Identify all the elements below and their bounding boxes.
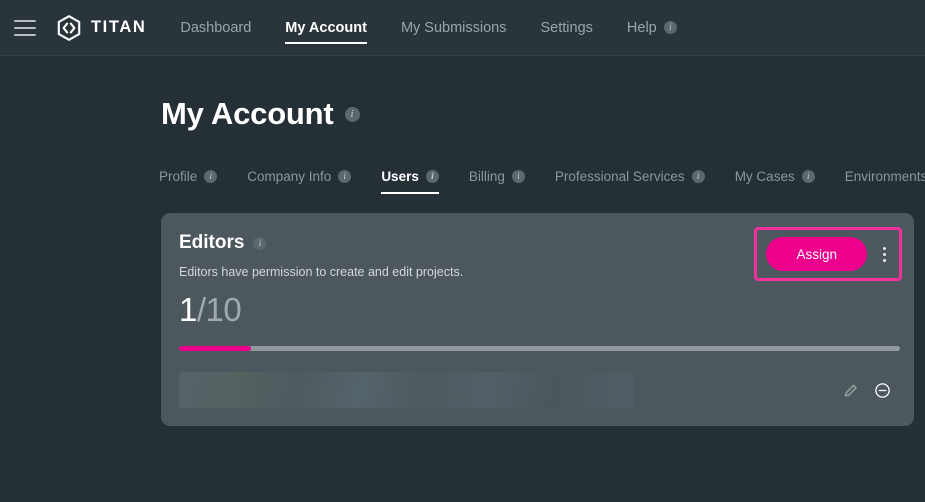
nav-link-label: My Account — [285, 19, 367, 36]
editors-card: Editors i Assign Editors have permission… — [161, 213, 914, 426]
member-row — [179, 372, 894, 408]
pencil-icon — [844, 384, 857, 396]
nav-link-label: Settings — [540, 19, 593, 36]
tab-label: Profile — [159, 169, 198, 184]
seat-counter: 1/10 — [179, 293, 894, 326]
member-name-skeleton — [179, 372, 634, 408]
tab-label: Users — [381, 169, 419, 184]
nav-links: Dashboard My Account My Submissions Sett… — [180, 0, 677, 55]
nav-link-label: Dashboard — [180, 19, 252, 36]
tab-professional-services[interactable]: Professional Services i — [555, 169, 705, 194]
account-tabs: Profile i Company Info i Users i Billing… — [159, 160, 925, 194]
nav-link-dashboard[interactable]: Dashboard — [180, 0, 251, 55]
info-icon[interactable]: i — [425, 170, 439, 183]
member-row-actions — [840, 380, 894, 400]
brand-name: TITAN — [91, 18, 147, 36]
tab-company-info[interactable]: Company Info i — [247, 169, 352, 194]
more-vertical-icon[interactable] — [875, 240, 893, 268]
tab-label: Professional Services — [554, 169, 685, 184]
assign-action-group: Assign — [754, 227, 902, 281]
card-title-row: Editors i — [179, 232, 267, 254]
nav-link-label: Help — [626, 19, 657, 36]
titan-hexagon-logo-icon — [57, 14, 81, 41]
tab-label: Company Info — [247, 169, 332, 184]
hamburger-bar — [14, 26, 36, 29]
tab-label: Billing — [468, 169, 505, 184]
kebab-dot — [882, 252, 886, 256]
hamburger-bar — [14, 19, 36, 22]
edit-member-button[interactable] — [840, 380, 860, 400]
minus-circle-icon — [874, 382, 890, 398]
kebab-dot — [882, 258, 886, 262]
page-title: My Account — [161, 96, 334, 131]
hamburger-menu-icon[interactable] — [12, 15, 38, 41]
hamburger-bar — [14, 33, 36, 36]
nav-link-help[interactable]: Help i — [627, 0, 677, 55]
info-icon[interactable]: i — [253, 236, 267, 250]
tab-my-cases[interactable]: My Cases i — [735, 169, 815, 194]
seats-used: 1 — [179, 291, 197, 328]
tab-profile[interactable]: Profile i — [159, 169, 218, 194]
card-title: Editors — [179, 232, 245, 253]
info-icon[interactable]: i — [344, 106, 360, 122]
remove-member-button[interactable] — [872, 380, 892, 400]
page-title-row: My Account i — [161, 96, 925, 132]
kebab-dot — [882, 246, 886, 250]
tab-label: Environments — [844, 169, 925, 184]
nav-link-my-account[interactable]: My Account — [285, 0, 367, 55]
tab-label: My Cases — [734, 169, 795, 184]
tab-billing[interactable]: Billing i — [469, 169, 525, 194]
page-content: My Account i Profile i Company Info i Us… — [0, 56, 925, 426]
top-navbar: TITAN Dashboard My Account My Submission… — [0, 0, 925, 56]
nav-link-label: My Submissions — [400, 19, 507, 36]
assign-button[interactable]: Assign — [766, 237, 867, 271]
info-icon[interactable]: i — [204, 170, 218, 183]
seats-total: /10 — [196, 291, 242, 328]
seat-progress-bar[interactable] — [179, 346, 900, 351]
info-icon[interactable]: i — [511, 170, 525, 183]
info-icon[interactable]: i — [801, 170, 815, 183]
nav-link-settings[interactable]: Settings — [541, 0, 593, 55]
nav-link-my-submissions[interactable]: My Submissions — [401, 0, 507, 55]
seat-progress-fill — [179, 346, 252, 351]
tab-environments[interactable]: Environments — [845, 169, 925, 194]
info-icon[interactable]: i — [663, 21, 677, 34]
tab-users[interactable]: Users i — [381, 169, 439, 194]
info-icon[interactable]: i — [338, 170, 352, 183]
info-icon[interactable]: i — [691, 170, 705, 183]
brand-logo[interactable]: TITAN — [56, 14, 147, 41]
